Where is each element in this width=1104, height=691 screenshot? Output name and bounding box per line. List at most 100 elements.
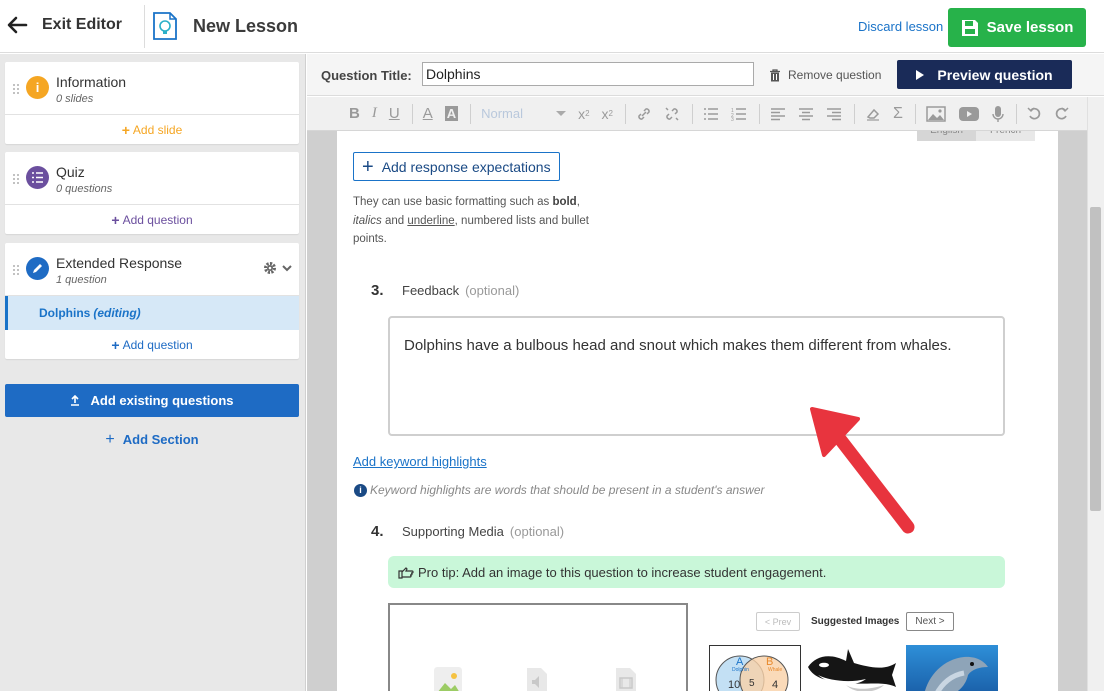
svg-text:3: 3 [731, 117, 734, 121]
audio-upload-icon[interactable] [523, 667, 551, 691]
align-center-icon[interactable] [798, 107, 814, 121]
video-icon[interactable] [958, 106, 980, 122]
prev-images-button[interactable]: < Prev [756, 612, 800, 631]
media-optional: (optional) [509, 524, 565, 539]
upload-icon [71, 395, 80, 406]
redo-icon[interactable] [1054, 106, 1069, 121]
section-subtitle: 0 slides [56, 93, 94, 105]
section-subtitle: 1 question [56, 274, 107, 286]
back-arrow-icon [7, 16, 28, 34]
exit-editor-button[interactable]: Exit Editor [6, 14, 122, 36]
font-color-icon[interactable]: A [423, 105, 433, 122]
subscript-icon[interactable]: x2 [602, 106, 613, 122]
keyword-info-text: Keyword highlights are words that should… [370, 483, 765, 497]
sigma-formula-icon[interactable]: Σ [893, 105, 903, 123]
bullet-list-icon[interactable] [703, 107, 719, 121]
eraser-icon[interactable] [865, 107, 881, 121]
keyword-info-note: i Keyword highlights are words that shou… [354, 483, 765, 497]
help-text-comma: , [576, 196, 580, 208]
section-title: Extended Response [56, 255, 183, 271]
drag-handle-icon[interactable] [12, 264, 20, 276]
image-icon[interactable] [926, 105, 946, 122]
plus-icon: + [105, 431, 115, 448]
help-text-italics: italics [353, 214, 382, 227]
venn-b-caption: Whale [768, 667, 782, 673]
next-images-button[interactable]: Next > [906, 612, 954, 631]
section-subtitle: 0 questions [56, 183, 113, 195]
underline-icon[interactable]: U [389, 105, 400, 122]
info-icon: i [26, 76, 49, 99]
gear-icon[interactable] [263, 261, 277, 275]
section-card-extended-response: Extended Response 1 question Dolphins (e… [5, 243, 299, 359]
toolbar-divider [470, 103, 472, 124]
image-upload-icon[interactable] [434, 667, 462, 691]
pro-tip-banner: Pro tip: Add an image to this question t… [388, 556, 1005, 588]
add-question-button[interactable]: + Add question [5, 330, 299, 359]
pointing-hand-icon [398, 566, 414, 579]
numbered-list-icon[interactable]: 123 [731, 107, 747, 121]
question-title-input[interactable] [422, 62, 754, 86]
editor-scrollbar-thumb[interactable] [1090, 207, 1101, 511]
microphone-icon[interactable] [992, 105, 1004, 123]
toolbar-divider [692, 103, 693, 124]
add-keyword-highlights-link[interactable]: Add keyword highlights [353, 454, 487, 469]
undo-icon[interactable] [1027, 106, 1042, 121]
superscript-icon[interactable]: x2 [578, 106, 589, 122]
floppy-disk-icon [961, 19, 978, 36]
add-response-expectations-label: Add response expectations [381, 158, 551, 175]
video-upload-icon[interactable] [612, 667, 640, 691]
section-header-information[interactable]: i Information 0 slides [5, 62, 299, 115]
help-text-prefix: They can use basic formatting such as [353, 196, 553, 208]
venn-mid-value: 5 [749, 678, 755, 689]
remove-question-button[interactable]: Remove question [769, 68, 881, 82]
save-lesson-button[interactable]: Save lesson [948, 8, 1086, 47]
preview-question-button[interactable]: Preview question [897, 60, 1072, 89]
toolbar-divider [854, 103, 855, 124]
align-right-icon[interactable] [826, 107, 842, 121]
section-header-quiz[interactable]: Quiz 0 questions [5, 152, 299, 205]
align-left-icon[interactable] [770, 107, 786, 121]
add-section-button[interactable]: + Add Section [5, 431, 299, 449]
plus-icon: + [362, 155, 374, 178]
add-response-expectations-button[interactable]: + Add response expectations [353, 152, 560, 181]
add-existing-questions-button[interactable]: Add existing questions [5, 384, 299, 417]
trash-icon [770, 68, 780, 81]
section-title: Quiz [56, 164, 85, 180]
bold-icon[interactable]: B [349, 105, 360, 122]
suggested-image-dolphin[interactable] [906, 645, 998, 691]
feedback-text: Dolphins have a bulbous head and snout w… [404, 337, 952, 354]
highlight-color-icon[interactable]: A [444, 106, 459, 121]
paragraph-style-select[interactable]: Normal [481, 103, 567, 125]
drag-handle-icon[interactable] [12, 173, 20, 185]
question-item-dolphins[interactable]: Dolphins (editing) [5, 296, 299, 330]
help-text-and: and [381, 214, 408, 227]
red-arrow-annotation [810, 407, 915, 534]
feedback-heading: Feedback (optional) [402, 283, 519, 298]
formatting-toolbar: B I U A A Normal x2 x2 123 Σ [307, 97, 1087, 131]
discard-lesson-link[interactable]: Discard lesson [858, 19, 943, 34]
plus-icon: + [121, 121, 130, 138]
tab-english[interactable]: English [917, 131, 976, 141]
suggested-image-venn-diagram[interactable]: A B Dolphin Whale 10 5 4 [709, 645, 801, 691]
language-tabs: English French [917, 131, 1035, 141]
media-upload-area[interactable] [388, 603, 688, 691]
venn-left-value: 10 [728, 679, 740, 691]
question-title-label: Question Title: [321, 68, 412, 83]
unlink-icon[interactable] [664, 106, 680, 122]
chevron-down-icon[interactable] [281, 263, 293, 273]
suggested-image-orca-whale[interactable] [806, 645, 898, 691]
save-lesson-label: Save lesson [986, 19, 1074, 36]
section-header-extended-response[interactable]: Extended Response 1 question [5, 243, 299, 296]
italic-icon[interactable]: I [372, 105, 377, 122]
plus-icon: + [111, 211, 120, 228]
add-slide-button[interactable]: + Add slide [5, 115, 299, 144]
section-card-information: i Information 0 slides + Add slide [5, 62, 299, 144]
feedback-label: Feedback [402, 283, 460, 298]
suggested-images-label: Suggested Images [811, 616, 900, 627]
tab-french[interactable]: French [976, 131, 1035, 141]
link-icon[interactable] [636, 106, 652, 122]
paragraph-style-value: Normal [481, 106, 523, 121]
drag-handle-icon[interactable] [12, 83, 20, 95]
add-question-button[interactable]: + Add question [5, 205, 299, 234]
question-title-bar: Question Title: Remove question Preview … [307, 54, 1104, 96]
